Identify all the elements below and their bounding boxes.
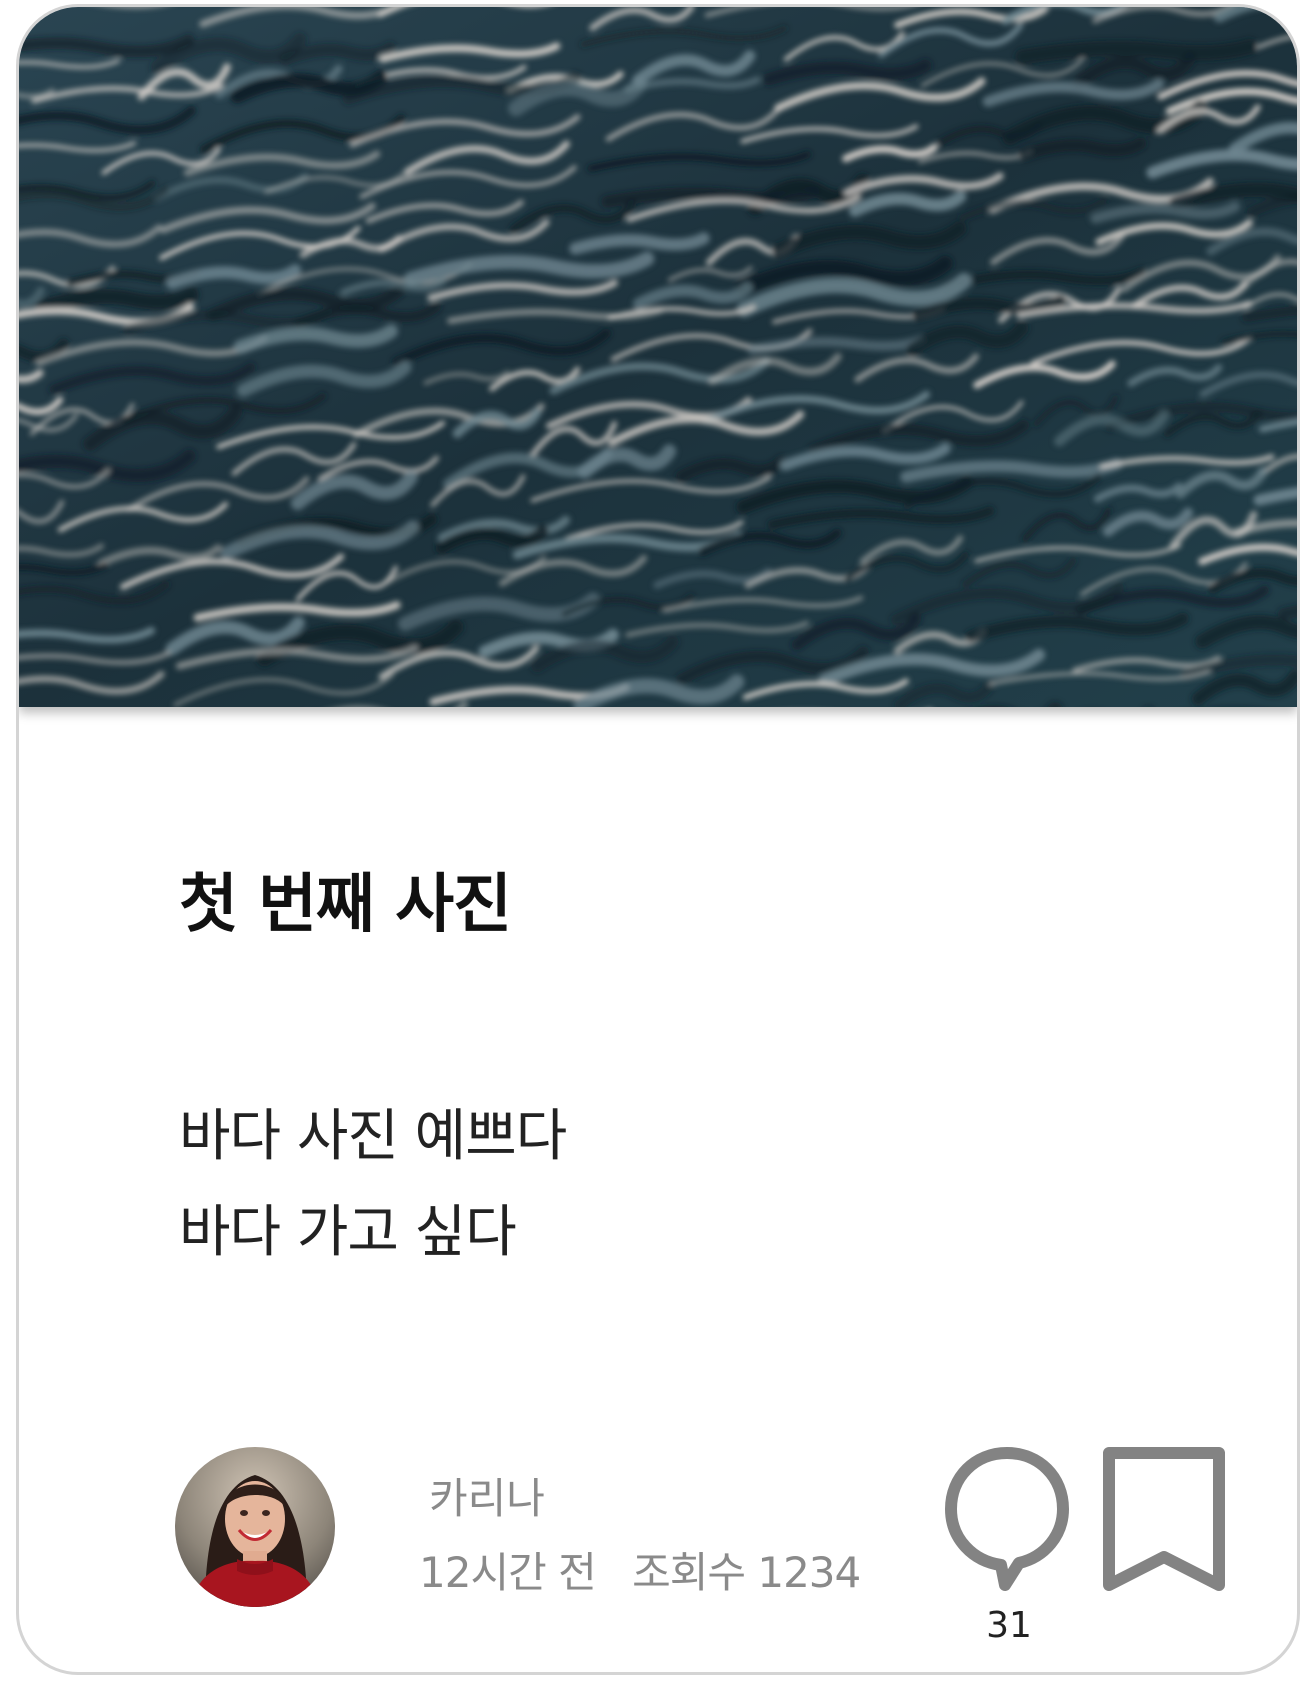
post-photo[interactable]: [19, 7, 1297, 707]
post-body-line-2: 바다 가고 싶다: [179, 1200, 517, 1265]
post-title: 첫 번째 사진: [179, 868, 512, 942]
post-body: 바다 사진 예쁘다 바다 가고 싶다: [179, 1089, 567, 1281]
author-avatar[interactable]: [175, 1447, 335, 1607]
bookmark-button[interactable]: [1099, 1445, 1229, 1595]
comment-count: 31: [986, 1605, 1032, 1646]
post-time: 12시간 전: [419, 1548, 597, 1597]
post-meta: 12시간 전 조회수 1234: [419, 1539, 861, 1600]
sea-waves-image: [19, 7, 1297, 707]
post-body-line-1: 바다 사진 예쁘다: [179, 1104, 567, 1169]
comment-button[interactable]: [939, 1443, 1075, 1593]
view-count: 조회수 1234: [632, 1548, 861, 1597]
avatar-photo: [175, 1447, 335, 1607]
author-name: 카리나: [429, 1474, 545, 1523]
speech-bubble-icon: [945, 1447, 1069, 1591]
bookmark-icon: [1103, 1447, 1225, 1591]
post-card: 첫 번째 사진 바다 사진 예쁘다 바다 가고 싶다 카리나 12시간 전 조회…: [16, 4, 1300, 1675]
